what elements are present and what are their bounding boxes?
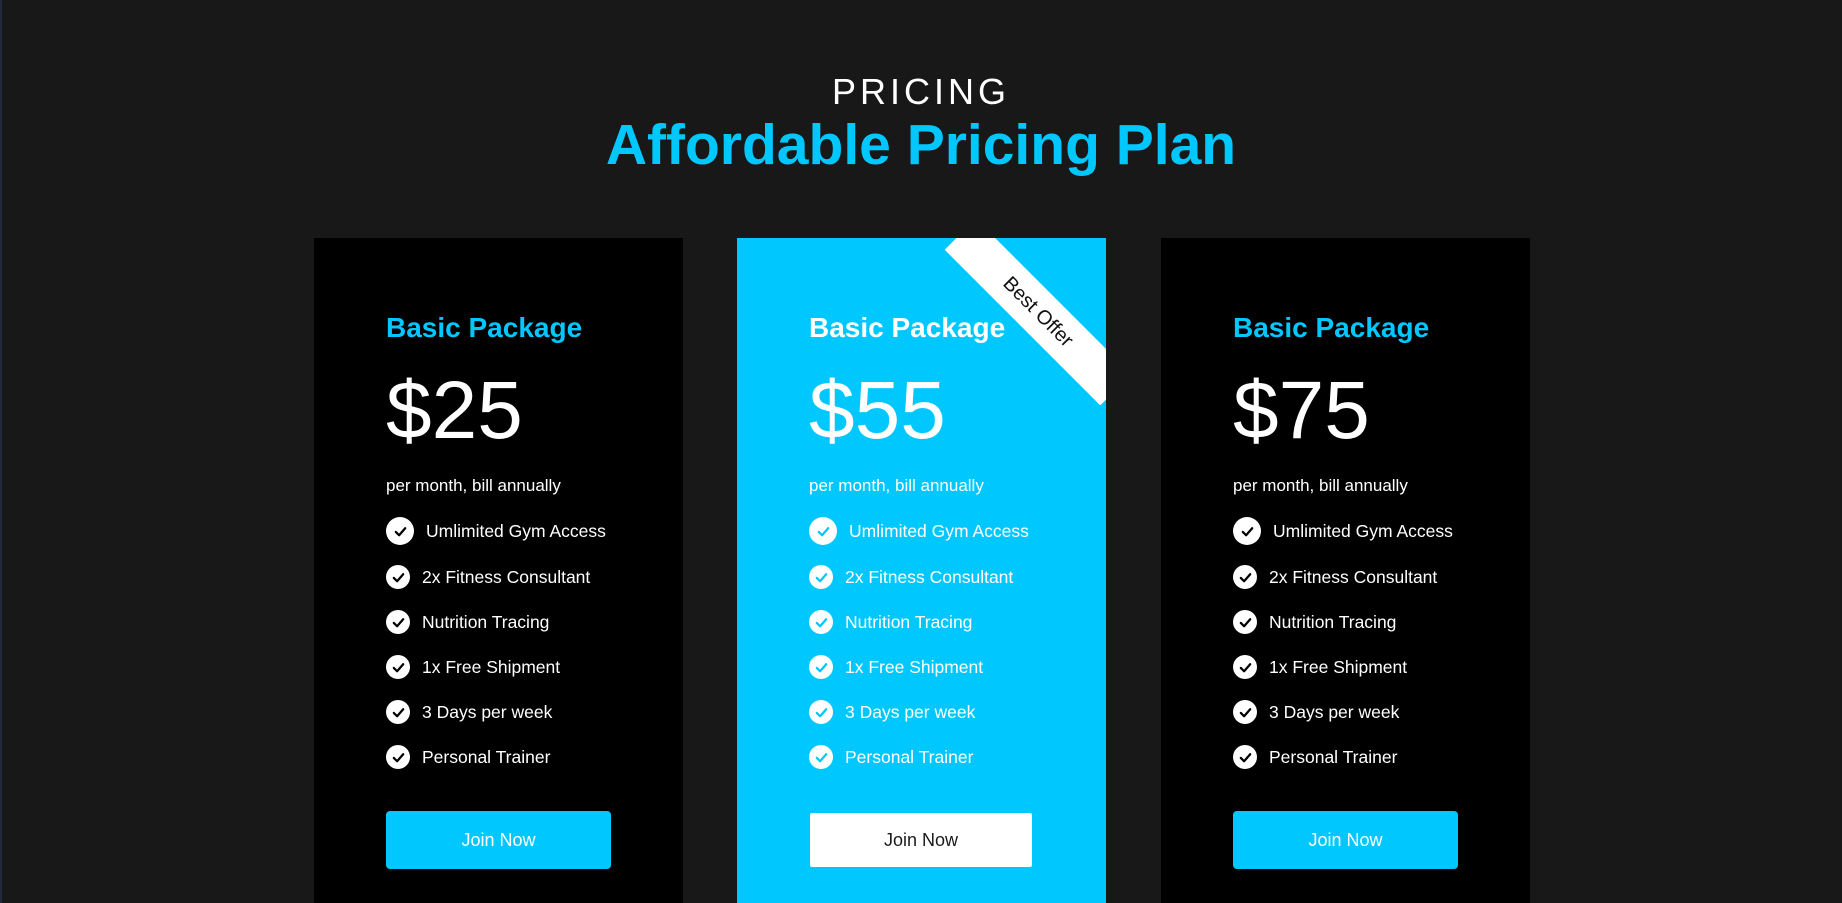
check-circle-icon [386, 610, 410, 634]
check-circle-icon [1233, 655, 1257, 679]
check-circle-icon [1233, 517, 1261, 545]
join-now-button[interactable]: Join Now [386, 811, 611, 869]
feature-item: Umlimited Gym Access [386, 516, 606, 546]
feature-label: 2x Fitness Consultant [845, 566, 1014, 587]
feature-item: Umlimited Gym Access [1233, 516, 1453, 546]
feature-label: 1x Free Shipment [845, 656, 984, 677]
pricing-card-25: Basic Package $25 per month, bill annual… [314, 238, 683, 903]
feature-label: 3 Days per week [422, 701, 553, 722]
feature-item: Nutrition Tracing [1233, 607, 1396, 637]
feature-item: 1x Free Shipment [386, 652, 560, 682]
check-circle-icon [809, 655, 833, 679]
pricing-card-55: Best Offer Basic Package $55 per month, … [737, 238, 1106, 903]
feature-label: 1x Free Shipment [1269, 656, 1408, 677]
check-circle-icon [386, 700, 410, 724]
billing-note: per month, bill annually [386, 476, 561, 495]
check-circle-icon [809, 610, 833, 634]
check-circle-icon [1233, 745, 1257, 769]
feature-label: Umlimited Gym Access [1273, 520, 1453, 541]
feature-item: Umlimited Gym Access [809, 516, 1029, 546]
feature-label: 2x Fitness Consultant [422, 566, 591, 587]
feature-item: 3 Days per week [1233, 697, 1399, 727]
feature-label: 3 Days per week [845, 701, 976, 722]
feature-item: Personal Trainer [809, 742, 973, 772]
check-circle-icon [809, 565, 833, 589]
section-eyebrow: PRICING [831, 71, 1010, 112]
feature-item: 1x Free Shipment [809, 652, 983, 682]
check-circle-icon [809, 517, 837, 545]
check-circle-icon [809, 745, 833, 769]
feature-label: Umlimited Gym Access [426, 520, 606, 541]
feature-label: Nutrition Tracing [422, 611, 550, 632]
ribbon-label: Best Offer [998, 272, 1078, 352]
feature-item: Nutrition Tracing [386, 607, 549, 637]
plan-name: Basic Package [386, 312, 583, 343]
feature-label: 1x Free Shipment [422, 656, 561, 677]
plan-name: Basic Package [809, 312, 1006, 343]
feature-item: 1x Free Shipment [1233, 652, 1407, 682]
feature-item: 2x Fitness Consultant [1233, 562, 1437, 592]
feature-item: 2x Fitness Consultant [386, 562, 590, 592]
feature-item: 3 Days per week [809, 697, 975, 727]
billing-note: per month, bill annually [1233, 476, 1408, 495]
check-circle-icon [386, 745, 410, 769]
feature-label: Personal Trainer [1269, 746, 1398, 767]
feature-item: 3 Days per week [386, 697, 552, 727]
feature-label: 2x Fitness Consultant [1269, 566, 1438, 587]
check-circle-icon [1233, 700, 1257, 724]
check-circle-icon [386, 517, 414, 545]
billing-note: per month, bill annually [809, 476, 984, 495]
feature-label: 3 Days per week [1269, 701, 1400, 722]
feature-item: Personal Trainer [386, 742, 550, 772]
feature-label: Nutrition Tracing [1269, 611, 1397, 632]
section-title: Affordable Pricing Plan [605, 113, 1237, 177]
check-circle-icon [386, 655, 410, 679]
feature-label: Personal Trainer [422, 746, 551, 767]
feature-label: Nutrition Tracing [845, 611, 973, 632]
join-now-button[interactable]: Join Now [1233, 811, 1458, 869]
check-circle-icon [1233, 610, 1257, 634]
plan-name: Basic Package [1233, 312, 1430, 343]
join-now-button[interactable]: Join Now [810, 813, 1032, 867]
feature-item: 2x Fitness Consultant [809, 562, 1013, 592]
check-circle-icon [1233, 565, 1257, 589]
section-header: PRICING Affordable Pricing Plan [0, 71, 1842, 177]
feature-item: Nutrition Tracing [809, 607, 972, 637]
plan-price: $25 [386, 365, 523, 456]
check-circle-icon [809, 700, 833, 724]
check-circle-icon [386, 565, 410, 589]
plan-price: $75 [1233, 365, 1370, 456]
feature-item: Personal Trainer [1233, 742, 1397, 772]
feature-label: Umlimited Gym Access [849, 520, 1029, 541]
plan-price: $55 [809, 365, 946, 456]
feature-label: Personal Trainer [845, 746, 974, 767]
pricing-card-75: Basic Package $75 per month, bill annual… [1161, 238, 1530, 903]
pricing-cards: Basic Package $25 per month, bill annual… [314, 238, 1530, 903]
